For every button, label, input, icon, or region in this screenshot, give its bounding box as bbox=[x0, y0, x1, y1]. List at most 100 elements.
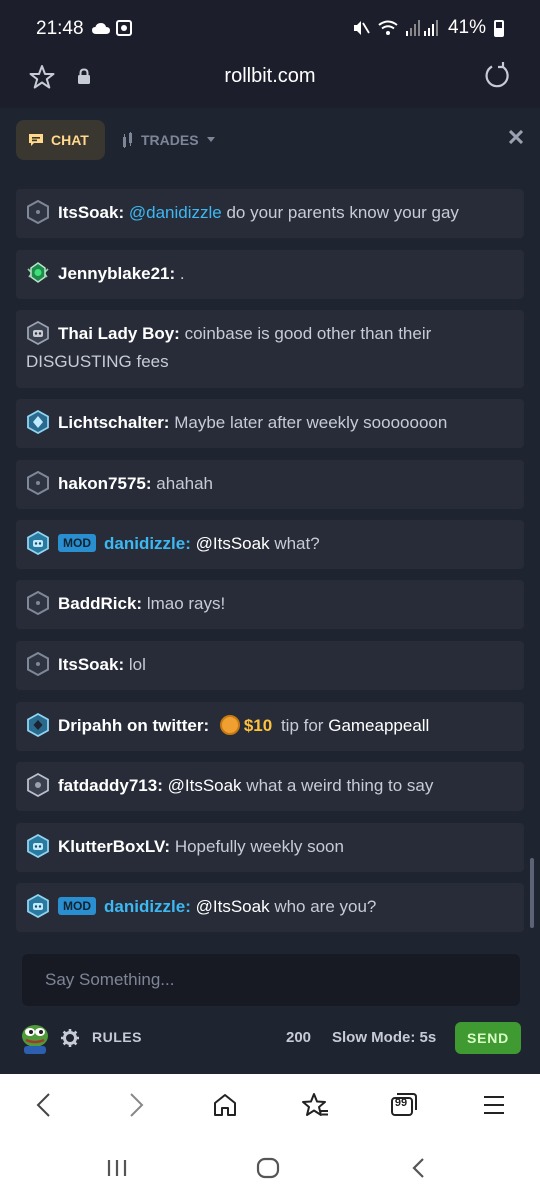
message-username[interactable]: Thai Lady Boy: bbox=[58, 324, 180, 343]
reload-icon[interactable] bbox=[482, 61, 512, 91]
chat-scrollbar[interactable] bbox=[530, 858, 534, 928]
gear-icon[interactable] bbox=[61, 1029, 79, 1047]
bookmark-list-icon bbox=[302, 1093, 328, 1116]
slow-mode-indicator: Slow Mode: 5s bbox=[332, 1029, 437, 1046]
close-chat-icon[interactable] bbox=[509, 130, 523, 144]
message-username[interactable]: Jennyblake21: bbox=[58, 264, 175, 283]
chat-feed[interactable]: ItsSoak: @danidizzle do your parents kno… bbox=[16, 172, 524, 942]
mod-tag: MOD bbox=[58, 897, 96, 915]
chat-message: ItsSoak: lol bbox=[16, 641, 524, 690]
tip-amount: $10 bbox=[243, 716, 273, 735]
message-username[interactable]: ItsSoak: bbox=[58, 203, 124, 222]
message-username[interactable]: hakon7575: bbox=[58, 474, 152, 493]
message-text: Hopefully weekly soon bbox=[174, 837, 344, 856]
home-icon bbox=[214, 1094, 236, 1116]
message-text: what? bbox=[269, 534, 320, 553]
chat-message-input[interactable] bbox=[22, 954, 520, 1006]
chat-header: CHAT TRADES bbox=[0, 108, 540, 172]
forward-button[interactable] bbox=[120, 1088, 154, 1122]
menu-button[interactable] bbox=[477, 1088, 511, 1122]
send-button[interactable]: SEND bbox=[455, 1022, 521, 1054]
home-nav-icon[interactable] bbox=[256, 1157, 280, 1179]
chat-message: ItsSoak: @danidizzle do your parents kno… bbox=[16, 189, 524, 238]
status-bar: 21:48 41% bbox=[0, 0, 540, 58]
message-mention[interactable]: @ItsSoak bbox=[196, 897, 270, 916]
robot-rank-badge-icon bbox=[27, 321, 49, 345]
message-username[interactable]: BaddRick: bbox=[58, 594, 142, 613]
rank-badge-icon bbox=[27, 471, 49, 495]
tab-count: 99 bbox=[394, 1097, 408, 1109]
rules-link[interactable]: RULES bbox=[92, 1029, 142, 1045]
message-username[interactable]: ItsSoak: bbox=[58, 655, 124, 674]
tab-chat[interactable]: CHAT bbox=[16, 120, 105, 160]
message-mention[interactable]: @ItsSoak bbox=[196, 534, 270, 553]
message-text: . bbox=[179, 264, 185, 283]
message-text: do your parents know your gay bbox=[221, 203, 459, 222]
browser-toolbar: 99 bbox=[0, 1074, 540, 1136]
mod-tag: MOD bbox=[58, 534, 96, 552]
message-text: Maybe later after weekly sooooooon bbox=[174, 413, 448, 432]
app-notification-icon bbox=[116, 20, 132, 36]
silver-rank-badge-icon bbox=[27, 773, 49, 797]
hamburger-menu-icon bbox=[484, 1096, 504, 1114]
diamond-rank-badge-icon bbox=[27, 410, 49, 434]
message-text: ahahah bbox=[156, 474, 214, 493]
signal-icon bbox=[405, 20, 438, 36]
system-navigation-bar bbox=[0, 1136, 540, 1200]
emerald-rank-badge-icon bbox=[27, 262, 49, 283]
battery-icon bbox=[494, 19, 504, 37]
bookmarks-button[interactable] bbox=[298, 1088, 332, 1122]
message-mention[interactable]: @ItsSoak bbox=[168, 776, 242, 795]
browser-url-bar: rollbit.com bbox=[0, 58, 540, 108]
chat-message: hakon7575: ahahah bbox=[16, 460, 524, 509]
chevron-left-icon bbox=[36, 1093, 50, 1117]
recent-apps-icon[interactable] bbox=[106, 1158, 128, 1178]
tab-trades[interactable]: TRADES bbox=[122, 120, 216, 160]
chat-message: BaddRick: lmao rays! bbox=[16, 580, 524, 629]
coin-icon bbox=[219, 715, 240, 735]
chevron-down-icon bbox=[206, 137, 215, 142]
status-time: 21:48 bbox=[36, 18, 84, 39]
message-text: who are you? bbox=[269, 897, 377, 916]
chevron-right-icon bbox=[130, 1093, 144, 1117]
robot-rank-badge-icon bbox=[27, 834, 49, 858]
message-text: lmao rays! bbox=[146, 594, 226, 613]
tip-target-username[interactable]: Gameappeall bbox=[328, 716, 429, 735]
trades-chart-icon bbox=[123, 132, 132, 148]
url-text[interactable]: rollbit.com bbox=[0, 65, 540, 88]
tab-trades-label: TRADES bbox=[141, 132, 199, 148]
message-username[interactable]: danidizzle: bbox=[104, 534, 191, 553]
chat-message: KlutterBoxLV: Hopefully weekly soon bbox=[16, 823, 524, 872]
message-username[interactable]: fatdaddy713: bbox=[58, 776, 163, 795]
rank-badge-icon bbox=[27, 652, 49, 676]
tip-text: tip for bbox=[280, 716, 324, 735]
mute-icon bbox=[353, 21, 370, 35]
message-username[interactable]: Dripahh on twitter: bbox=[58, 716, 209, 735]
message-username[interactable]: danidizzle: bbox=[104, 897, 191, 916]
message-mention[interactable]: @danidizzle bbox=[129, 203, 222, 222]
mod-rank-badge-icon bbox=[27, 894, 49, 918]
chat-message: MOD danidizzle: @ItsSoak who are you? bbox=[16, 883, 524, 932]
message-username[interactable]: Lichtschalter: bbox=[58, 413, 169, 432]
wifi-icon bbox=[378, 20, 398, 35]
back-button[interactable] bbox=[26, 1088, 60, 1122]
chat-message: Thai Lady Boy: coinbase is good other th… bbox=[16, 310, 524, 388]
chat-footer: RULES 200 Slow Mode: 5s SEND bbox=[0, 1018, 540, 1058]
rank-badge-icon bbox=[27, 591, 49, 615]
back-nav-icon[interactable] bbox=[410, 1157, 426, 1179]
status-indicators: 41% bbox=[352, 17, 504, 39]
battery-percent: 41% bbox=[447, 17, 486, 38]
pepe-emote-icon[interactable] bbox=[20, 1022, 50, 1054]
message-text: lol bbox=[128, 655, 146, 674]
message-username[interactable]: KlutterBoxLV: bbox=[58, 837, 170, 856]
chat-bubble-icon bbox=[29, 134, 43, 146]
chat-message: Lichtschalter: Maybe later after weekly … bbox=[16, 399, 524, 448]
character-count: 200 bbox=[286, 1029, 312, 1046]
tabs-button[interactable]: 99 bbox=[387, 1088, 421, 1122]
chat-message: fatdaddy713: @ItsSoak what a weird thing… bbox=[16, 762, 524, 811]
home-button[interactable] bbox=[208, 1088, 242, 1122]
blue-rank-badge-icon bbox=[27, 713, 49, 737]
cloud-icon bbox=[92, 23, 110, 34]
message-text: what a weird thing to say bbox=[241, 776, 434, 795]
mod-rank-badge-icon bbox=[27, 531, 49, 555]
